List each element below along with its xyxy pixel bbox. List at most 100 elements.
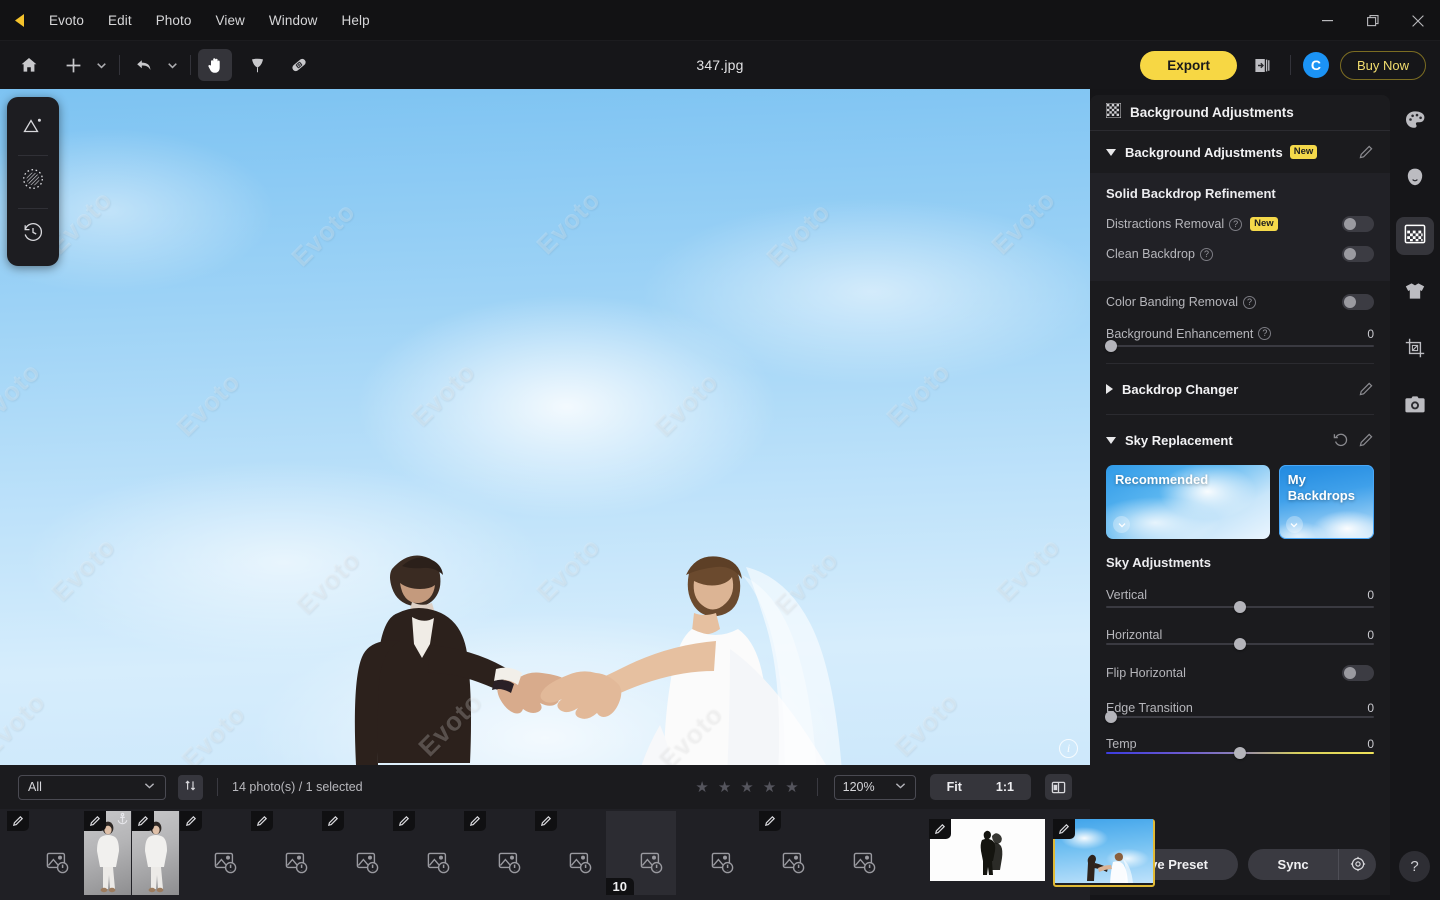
canvas-info-icon[interactable]: i [1059,739,1078,758]
photo-canvas[interactable]: Evoto Evoto Evoto Evoto Evoto Evoto Evot… [0,89,1090,765]
pencil-edit-icon[interactable] [321,811,344,831]
list-item[interactable] [321,811,392,895]
list-item[interactable] [6,811,83,895]
one-to-one-button[interactable]: 1:1 [979,774,1031,800]
help-icon[interactable]: ? [1199,247,1213,261]
zoom-level-select[interactable]: 120% [833,774,916,800]
help-icon[interactable]: ? [1229,217,1243,231]
pencil-edit-icon[interactable] [1053,819,1075,839]
gear-target-icon[interactable] [1338,848,1376,880]
add-dropdown-chevron-down-icon[interactable] [90,50,112,80]
pencil-edit-icon[interactable] [179,811,202,831]
pencil-edit-icon[interactable] [758,811,781,831]
fit-button[interactable]: Fit [930,774,979,800]
maximize-icon[interactable] [1350,0,1395,41]
list-item[interactable] [677,811,747,895]
pencil-edit-icon[interactable] [250,811,273,831]
bandage-tool-icon[interactable] [282,49,316,81]
list-item[interactable] [819,811,889,895]
sidebar-item-history[interactable] [7,208,59,261]
pencil-edit-icon[interactable] [1358,144,1374,160]
spot-heal-icon[interactable] [240,49,274,81]
help-icon[interactable]: ? [1243,295,1257,309]
pencil-edit-icon[interactable] [6,811,29,831]
rail-item-crop[interactable] [1396,331,1434,369]
menu-item-window[interactable]: Window [257,10,330,31]
list-item[interactable] [83,811,131,895]
reset-circular-arrow-icon[interactable] [1333,432,1349,448]
home-icon[interactable] [12,49,46,81]
pencil-edit-icon[interactable] [1358,381,1374,397]
rail-item-clothing[interactable] [1396,274,1434,312]
rail-item-background[interactable] [1396,217,1434,255]
sidebar-item-landscape-adjust[interactable] [7,102,59,155]
pencil-edit-icon[interactable] [83,811,106,831]
help-button[interactable]: ? [1399,851,1430,882]
close-icon[interactable] [1395,0,1440,41]
pencil-edit-icon[interactable] [1358,432,1374,448]
menu-item-evoto[interactable]: Evoto [37,10,96,31]
avatar[interactable]: C [1302,52,1329,78]
menu-item-view[interactable]: View [203,10,256,31]
list-item[interactable] [463,811,534,895]
list-item[interactable] [131,811,179,895]
rail-item-portrait-retouch[interactable] [1396,160,1434,198]
help-icon[interactable]: ? [1258,327,1272,340]
chevron-down-icon[interactable] [1113,516,1130,533]
list-item[interactable] [392,811,463,895]
filter-select[interactable]: All [18,774,166,800]
star-2[interactable]: ★ [718,778,731,796]
share-export-icon[interactable] [1248,51,1278,79]
list-item[interactable] [179,811,250,895]
split-view-icon[interactable] [1045,774,1072,800]
menu-item-photo[interactable]: Photo [144,10,204,31]
minimize-icon[interactable] [1305,0,1350,41]
pencil-edit-icon[interactable] [463,811,486,831]
background-enhancement-slider[interactable] [1090,340,1390,352]
sync-group: Sync [1248,848,1376,880]
star-3[interactable]: ★ [740,778,753,796]
sky-tile-recommended[interactable]: Recommended [1106,465,1270,539]
chevron-down-icon[interactable] [1285,516,1303,533]
rail-item-camera-raw[interactable] [1396,388,1434,426]
list-item[interactable] [250,811,321,895]
sidebar-item-mask-brush[interactable] [7,155,59,208]
list-item[interactable] [928,811,1047,895]
rail-item-color-palette[interactable] [1396,103,1434,141]
undo-arrow-icon[interactable] [127,49,161,81]
star-4[interactable]: ★ [763,778,776,796]
anchor-pin-icon[interactable] [116,812,129,830]
list-item[interactable] [748,811,818,895]
pencil-edit-icon[interactable] [534,811,557,831]
pencil-edit-icon[interactable] [392,811,415,831]
sky-tile-my-backdrops[interactable]: My Backdrops [1278,465,1374,539]
panel-scroll-area[interactable]: Background Adjustments New Solid Backdro… [1090,131,1390,895]
sort-order-button[interactable] [178,774,203,800]
filmstrip[interactable]: 10 [0,809,1155,900]
control-label: Distractions Removal [1106,217,1225,231]
sync-button[interactable]: Sync [1248,849,1338,880]
temp-slider[interactable] [1090,747,1390,759]
flip-horizontal-toggle[interactable] [1342,665,1374,681]
add-photos-button[interactable] [56,49,90,81]
star-5[interactable]: ★ [785,778,798,796]
color-banding-removal-toggle[interactable] [1342,294,1374,310]
list-item[interactable] [890,811,928,895]
export-button[interactable]: Export [1140,50,1237,80]
distractions-removal-toggle[interactable] [1342,216,1374,232]
clean-backdrop-toggle[interactable] [1342,246,1374,262]
buy-now-button[interactable]: Buy Now [1339,50,1426,80]
list-item[interactable] [534,811,605,895]
section-header-backdrop-changer[interactable]: Backdrop Changer [1090,368,1390,410]
menu-item-help[interactable]: Help [330,10,382,31]
list-item[interactable] [1053,819,1155,887]
list-item[interactable]: 10 [605,811,676,895]
star-1[interactable]: ★ [695,778,708,796]
pencil-edit-icon[interactable] [928,819,951,839]
menu-item-edit[interactable]: Edit [96,10,144,31]
section-header-sky-replacement[interactable]: Sky Replacement [1090,419,1390,461]
pencil-edit-icon[interactable] [131,811,154,831]
hand-tool-icon[interactable] [198,49,232,81]
undo-dropdown-chevron-down-icon[interactable] [161,50,183,80]
section-header-background-adjustments[interactable]: Background Adjustments New [1090,131,1390,173]
